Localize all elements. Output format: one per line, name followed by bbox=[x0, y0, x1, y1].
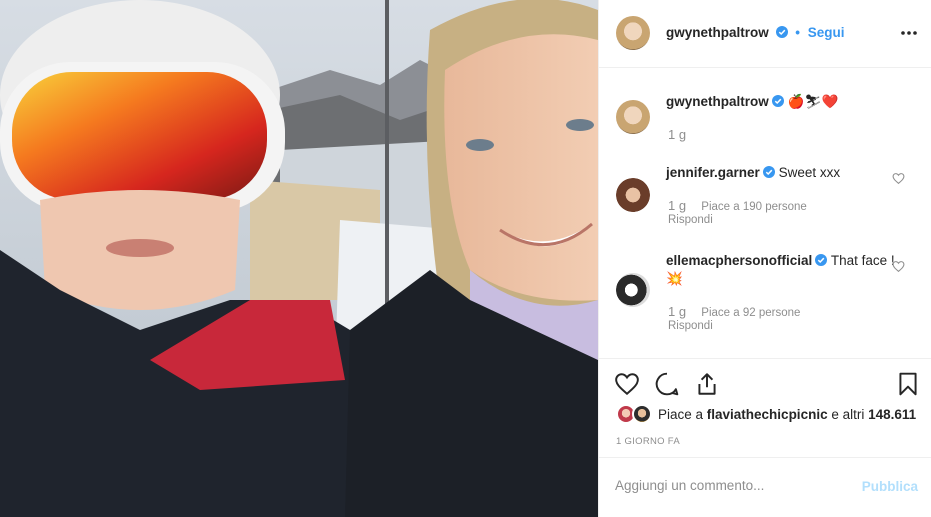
caption-meta: 1 g bbox=[668, 127, 698, 142]
author-avatar[interactable] bbox=[616, 16, 650, 50]
comment-username[interactable]: jennifer.garner bbox=[666, 165, 760, 180]
likes-prefix: Piace a bbox=[658, 407, 707, 422]
heart-icon[interactable] bbox=[892, 172, 905, 185]
verified-badge-icon bbox=[775, 26, 788, 38]
comment-meta: 1 g Piace a 190 persone bbox=[668, 198, 807, 213]
avatar bbox=[632, 404, 652, 424]
likes-count-link[interactable]: 148.611 bbox=[868, 407, 916, 422]
commenter-avatar[interactable] bbox=[616, 178, 650, 212]
caption-time[interactable]: 1 g bbox=[668, 127, 686, 142]
share-icon[interactable] bbox=[694, 371, 720, 397]
comment-text: Sweet xxx bbox=[778, 165, 841, 180]
comment: ellemacphersonofficial That face ! 💥 bbox=[666, 252, 896, 288]
author-line: gwynethpaltrow • Segui bbox=[666, 25, 845, 40]
caption: gwynethpaltrow 🍎⛷❤️ bbox=[666, 93, 896, 111]
likes-summary: Piace a flaviathechicpicnic e altri 148.… bbox=[658, 407, 916, 422]
publish-button[interactable]: Pubblica bbox=[862, 479, 918, 494]
reply-button[interactable]: Rispondi bbox=[668, 320, 713, 332]
likers-avatars[interactable] bbox=[616, 404, 656, 426]
comment-icon[interactable] bbox=[654, 371, 680, 397]
verified-badge-icon bbox=[815, 254, 828, 266]
post-timestamp[interactable]: 1 GIORNO FA bbox=[616, 436, 680, 447]
commenter-avatar[interactable] bbox=[616, 273, 650, 307]
comment-likes[interactable]: Piace a 190 persone bbox=[701, 201, 807, 213]
heart-icon[interactable] bbox=[892, 260, 905, 273]
reply-button[interactable]: Rispondi bbox=[668, 214, 713, 226]
caption-username[interactable]: gwynethpaltrow bbox=[666, 94, 769, 109]
comment-likes[interactable]: Piace a 92 persone bbox=[701, 307, 800, 319]
comment-input[interactable] bbox=[615, 478, 835, 493]
comment-time[interactable]: 1 g bbox=[668, 304, 686, 319]
post-header: gwynethpaltrow • Segui bbox=[599, 0, 931, 68]
verified-badge-icon bbox=[762, 166, 775, 178]
comment: jennifer.garner Sweet xxx bbox=[666, 164, 896, 182]
caption-text: 🍎⛷❤️ bbox=[787, 94, 839, 109]
heart-icon[interactable] bbox=[614, 371, 640, 397]
comment-time[interactable]: 1 g bbox=[668, 198, 686, 213]
likes-user-link[interactable]: flaviathechicpicnic bbox=[707, 407, 828, 422]
likes-suffix: e altri bbox=[827, 407, 869, 422]
post-photo[interactable] bbox=[0, 0, 598, 517]
bookmark-icon[interactable] bbox=[895, 371, 921, 397]
comment-meta: 1 g Piace a 92 persone bbox=[668, 304, 800, 319]
post-side-panel: gwynethpaltrow • Segui gwynethpaltrow 🍎⛷… bbox=[598, 0, 931, 517]
more-options-icon[interactable] bbox=[900, 24, 918, 42]
verified-badge-icon bbox=[771, 95, 784, 107]
author-username[interactable]: gwynethpaltrow bbox=[666, 25, 769, 40]
add-comment-box: Pubblica bbox=[599, 457, 931, 517]
caption-avatar[interactable] bbox=[616, 100, 650, 134]
comment-username[interactable]: ellemacphersonofficial bbox=[666, 253, 812, 268]
separator-dot: • bbox=[795, 25, 801, 40]
photo-illustration bbox=[0, 0, 598, 517]
follow-button[interactable]: Segui bbox=[808, 25, 845, 40]
